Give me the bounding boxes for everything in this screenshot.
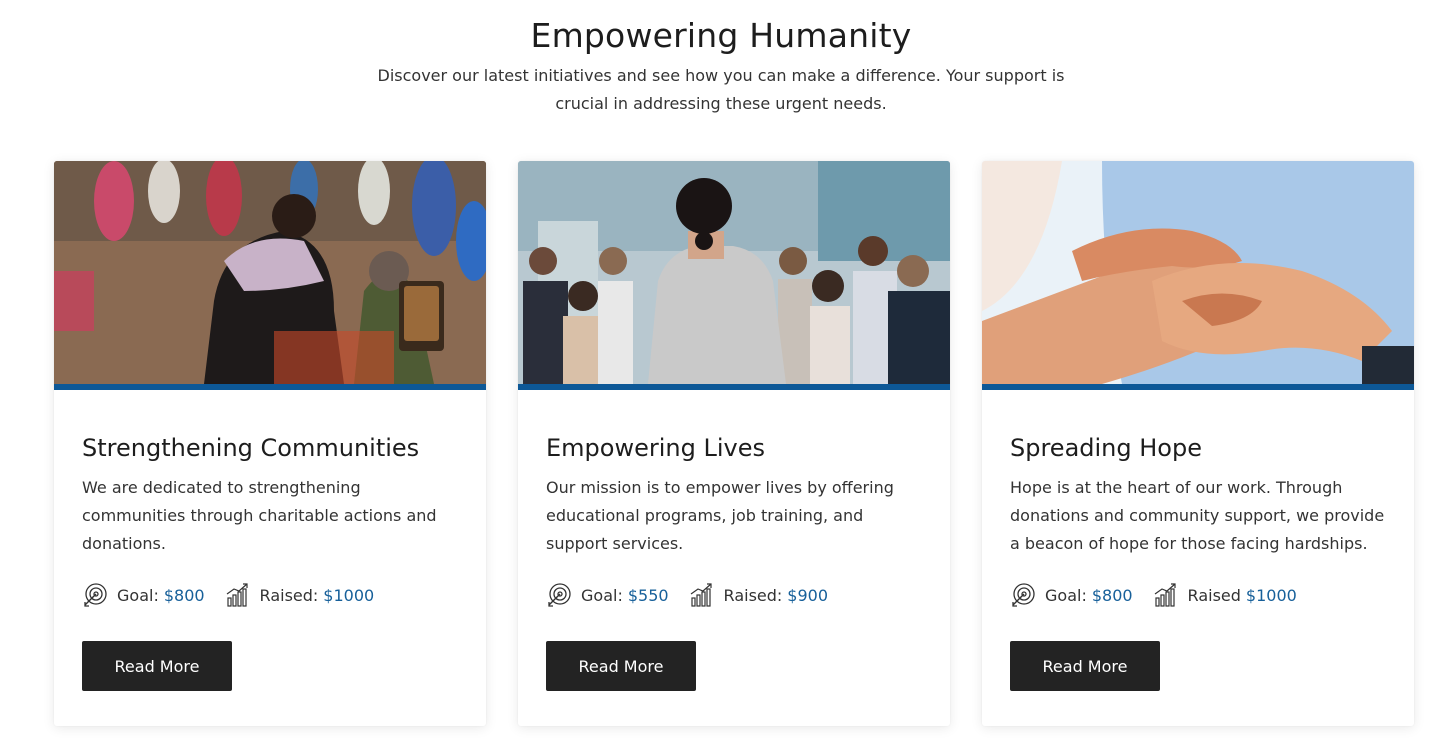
community-photo [54,161,486,384]
read-more-button[interactable]: Read More [546,641,696,691]
read-more-button[interactable]: Read More [1010,641,1160,691]
goal-label: Goal: [117,585,159,605]
growth-chart-icon [690,583,712,607]
card-title: Spreading Hope [1010,434,1202,462]
cards-grid: Strengthening Communities We are dedicat… [54,161,1414,726]
raised-amount: $1000 [1245,585,1297,605]
card-description: We are dedicated to strengthening commun… [82,478,437,553]
card-empowering-lives: Empowering Lives Our mission is to empow… [518,161,950,726]
goal-stat: Goal: $800 [82,582,205,608]
raised-amount: $900 [787,585,829,605]
card-description: Hope is at the heart of our work. Throug… [1010,478,1385,553]
community-photo-image [54,161,486,384]
target-arrow-icon [1012,583,1035,607]
growth-chart-icon [1154,583,1176,607]
card-title: Strengthening Communities [82,434,420,462]
raised-stat: Raised: $900 [689,582,828,608]
raised-amount: $1000 [323,585,375,605]
card-stats: Goal: $800 Raised $1000 [1010,582,1386,608]
target-arrow-icon [84,583,107,607]
goal-stat: Goal: $550 [546,582,669,608]
card-stats: Goal: $800 Raised: $1000 [82,582,458,608]
raised-stat: Raised: $1000 [225,582,375,608]
section-subtitle: Discover our latest initiatives and see … [377,66,1065,113]
target-arrow-icon [548,583,571,607]
presentation-photo-image [518,161,950,384]
raised-label: Raised: [723,585,783,605]
presentation-photo [518,161,950,384]
goal-amount: $550 [627,585,669,605]
section-title: Empowering Humanity [530,16,912,55]
goal-label: Goal: [581,585,623,605]
goal-stat: Goal: $800 [1010,582,1133,608]
goal-amount: $800 [1091,585,1133,605]
hands-photo [982,161,1414,384]
raised-label: Raised [1187,585,1241,605]
section-header: Empowering Humanity Discover our latest … [0,14,1442,118]
growth-chart-icon [226,583,248,607]
card-title: Empowering Lives [546,434,765,462]
card-spreading-hope: Spreading Hope Hope is at the heart of o… [982,161,1414,726]
read-more-button[interactable]: Read More [82,641,232,691]
hands-photo-image [982,161,1414,384]
card-stats: Goal: $550 Raised: $900 [546,582,922,608]
goal-label: Goal: [1045,585,1087,605]
card-strengthening-communities: Strengthening Communities We are dedicat… [54,161,486,726]
goal-amount: $800 [163,585,205,605]
raised-stat: Raised $1000 [1153,582,1297,608]
card-description: Our mission is to empower lives by offer… [546,478,894,553]
raised-label: Raised: [259,585,319,605]
